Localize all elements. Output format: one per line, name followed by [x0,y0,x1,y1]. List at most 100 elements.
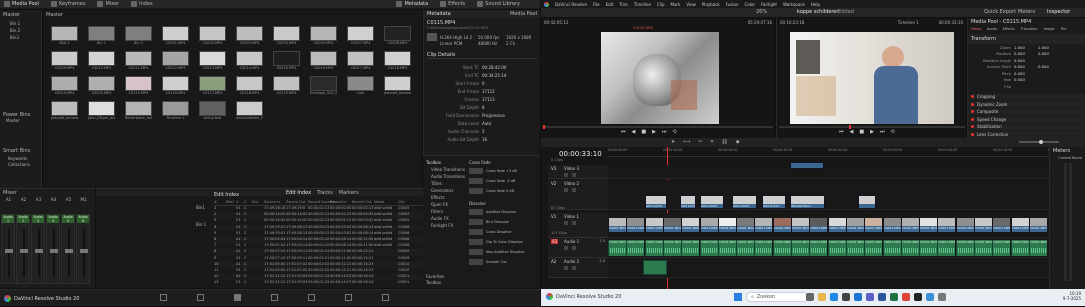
v1-clip[interactable]: C0001.MP4 [736,218,755,232]
fader-track[interactable] [83,229,85,277]
media-clip-thumb[interactable]: string test [199,101,226,120]
a1-clip[interactable]: C0001.MP4 [717,240,736,256]
v1-clip[interactable]: C0001.MP4 [608,218,626,232]
fader-knob[interactable] [5,249,13,253]
edit-index-column-header[interactable]: Name [374,200,384,204]
a1-clip[interactable]: C0001.MP4 [626,240,645,256]
inspector-field-x[interactable]: 0.000 [1014,77,1038,82]
media-clip-thumb[interactable]: wirschilderen_H... [236,101,263,120]
edit-index-column-header[interactable]: Source Out [286,200,305,204]
menu-item[interactable]: View [686,2,696,7]
media-clip-thumb[interactable]: John_Elliger_bsgh... [88,101,115,120]
v1-clip[interactable]: C0001.MP4 [754,218,773,232]
metadata-field-value[interactable]: 00:28:42:00 [482,65,506,73]
edit-index-column-header[interactable]: Reel [226,200,234,204]
next-frame-icon[interactable]: ⏭ [662,129,667,135]
play-icon[interactable]: ▶ [652,129,656,135]
v1-clip[interactable]: C0001.MP4 [644,218,663,232]
a1-clip[interactable]: C0001.MP4 [955,240,974,256]
menu-item[interactable]: Fusion [726,2,739,7]
v1-clip[interactable]: C0001.MP4 [900,218,919,232]
track-lock-icon[interactable] [564,221,568,225]
blade-tool-icon[interactable]: ✂ [698,139,702,145]
media-clip-thumb[interactable]: C0119.MP4 [273,76,300,95]
media-clip-thumb[interactable]: C0002.MP4 [199,26,226,45]
menu-item[interactable]: Workspace [783,2,805,7]
fader-track[interactable] [68,229,70,277]
tl-prev-icon[interactable]: ⏮ [839,129,844,135]
media-clip-thumb[interactable]: C0115.MP4 [125,76,152,95]
effect-item[interactable]: Smooth Cut [469,257,539,266]
inspector-tab[interactable]: Video [971,27,981,31]
toolbox-item[interactable]: Titles [425,181,467,188]
tab-edit-index[interactable]: Edit Index [286,190,311,196]
v1-clip[interactable]: C0001.MP4 [717,218,736,232]
inspector-tab[interactable]: File [1061,27,1067,31]
inspector-field-x[interactable]: 0.000 [1014,64,1038,69]
a1-clip[interactable]: C0001.MP4 [845,240,864,256]
media-clip-thumb[interactable]: Endlosgr_002_E... [310,76,337,95]
inspector-field-x[interactable]: 0.000 [1014,71,1038,76]
toolbox-item[interactable]: Generators [425,188,467,195]
fusion-page-icon[interactable] [271,294,278,301]
a1-clip[interactable]: C0001.MP4 [864,240,883,256]
media-clip-thumb[interactable]: C0117.MP4 [199,76,226,95]
marker-icon[interactable]: ◆ [736,139,740,145]
metadata-field-value[interactable]: 17112 [482,89,495,97]
menu-item[interactable]: DaVinci Resolve [555,2,587,7]
track-header[interactable]: V3 Video 30 Clips [548,158,608,179]
v2-clip[interactable]: wild schild [700,195,724,209]
tl-next-icon[interactable]: ⏭ [880,129,885,135]
track-eye-icon[interactable] [572,173,576,177]
snapping-icon[interactable]: ⌗ [711,139,714,145]
metadata-field-value[interactable]: Auto [482,121,491,129]
menu-item[interactable]: File [593,2,600,7]
inspector-field-y[interactable]: 0.000 [1038,64,1062,69]
media-clip-thumb[interactable]: C0008.MP4 [384,26,411,45]
a1-clip[interactable]: C0001.MP4 [699,240,718,256]
edit-index-column-header[interactable]: Record Out [352,200,372,204]
trim-tool-icon[interactable]: ⟷ [683,139,690,145]
a1-clip[interactable]: C0001.MP4 [974,240,992,256]
media-clip-thumb[interactable]: C0004.MP4 [273,26,300,45]
tab-markers[interactable]: Markers [339,190,359,196]
tab-meters[interactable]: Meters [1018,9,1035,15]
media-clip-thumb[interactable]: Bin 2 [125,26,152,45]
edit-index-column-header[interactable]: C [244,200,246,204]
inspector-tab[interactable]: Audio [987,27,997,31]
v1-clip[interactable]: C0001.MP4 [681,218,700,232]
inspector-field-y[interactable]: 0.000 [1038,51,1062,56]
tl-loop-icon[interactable]: ⟲ [890,129,894,135]
a1-clip[interactable]: C0001.MP4 [1028,240,1047,256]
media-clip-thumb[interactable]: C0011.MP4 [125,51,152,70]
sidebar-bin-2[interactable]: Bin 2 [0,27,41,34]
deliver-page-icon[interactable] [382,294,389,301]
tab-media-pool[interactable]: Media Pool [4,1,39,7]
play-reverse-icon[interactable]: ◀ [632,129,636,135]
a1-clip[interactable]: C0001.MP4 [772,240,791,256]
media-clip-thumb[interactable]: C0003.MP4 [236,26,263,45]
a2-clip[interactable] [643,260,667,275]
track-eye-icon[interactable] [572,246,576,250]
task-view-icon[interactable] [806,293,814,301]
media-clip-thumb[interactable]: Link [347,76,374,95]
toolbox-item[interactable]: Effects [425,195,467,202]
edit-index-column-header[interactable]: Clip [398,200,405,204]
metadata-field-value[interactable]: 17113 [482,97,495,105]
sidebar-bin-1[interactable]: Bin 1 [0,20,41,27]
metadata-field-value[interactable]: 0 [482,81,485,89]
media-clip-thumb[interactable]: C0012.MP4 [162,51,189,70]
excel-icon[interactable] [890,293,898,301]
word-icon[interactable] [878,293,886,301]
tl-play-reverse-icon[interactable]: ◀ [850,129,854,135]
media-clip-thumb[interactable]: C0014.MP4 [236,51,263,70]
inspector-field-y[interactable]: 1.000 [1038,45,1062,50]
resolve-icon[interactable] [914,293,922,301]
v1-clip[interactable]: C0001.MP4 [955,218,974,232]
v1-clip[interactable]: C0001.MP4 [626,218,645,232]
inspector-section[interactable]: Cropping [968,93,1085,100]
toolbox-item[interactable]: Audio Transitions [425,174,467,181]
v2-clip[interactable]: Wandeinfaul... [790,195,825,209]
track-lock-icon[interactable] [564,188,568,192]
photos-icon[interactable] [926,293,934,301]
